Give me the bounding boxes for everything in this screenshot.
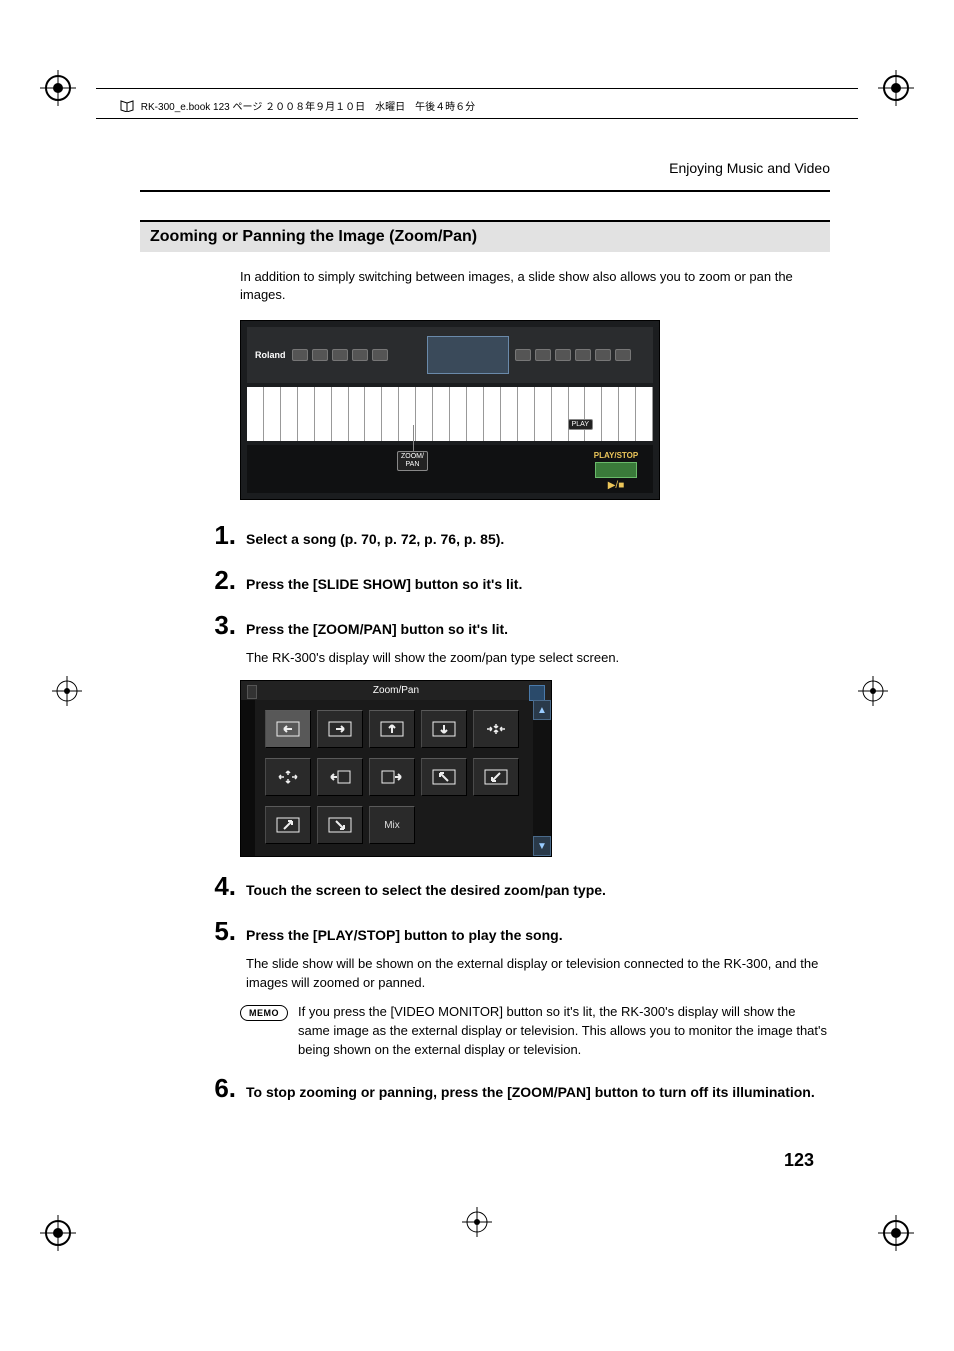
step-heading: To stop zooming or panning, press the [Z… (246, 1083, 830, 1103)
pan-push-left-icon (317, 758, 363, 796)
memo-text: If you press the [VIDEO MONITOR] button … (298, 1003, 830, 1060)
keyboard-panel-left (292, 349, 422, 361)
step-number: 6. (200, 1073, 236, 1104)
diagonal-up-left-icon (421, 758, 467, 796)
pan-center-out-icon (265, 758, 311, 796)
registration-mark-icon (858, 676, 902, 720)
running-head: Enjoying Music and Video (140, 160, 830, 176)
zoom-pan-grid: Mix (255, 700, 533, 856)
memo-badge: MEMO (240, 1005, 288, 1021)
play-stop-button-icon (595, 462, 637, 478)
panel-button-icon (595, 349, 611, 361)
pan-left-icon (265, 710, 311, 748)
step-3: 3. Press the [ZOOM/PAN] button so it's l… (200, 610, 830, 641)
registration-mark-icon (462, 1207, 506, 1251)
screen-left-strip (241, 700, 255, 856)
scroll-track (533, 720, 551, 836)
step-heading: Press the [ZOOM/PAN] button so it's lit. (246, 620, 830, 640)
keyboard-figure: Roland (240, 320, 660, 500)
page: RK-300_e.book 123 ページ ２００８年９月１０日 水曜日 午後４… (0, 0, 954, 1351)
pan-center-in-icon (473, 710, 519, 748)
panel-button-icon (535, 349, 551, 361)
figure-callouts: ZOOM/ PAN PLAY PLAY/STOP ▶/■ (247, 445, 653, 493)
scroll-up-icon: ▲ (533, 700, 551, 720)
step-number: 3. (200, 610, 236, 641)
keyboard-illustration: Roland (247, 327, 653, 493)
page-number: 123 (784, 1150, 814, 1171)
mix-label: Mix (384, 820, 400, 831)
step-6: 6. To stop zooming or panning, press the… (200, 1073, 830, 1104)
panel-button-icon (555, 349, 571, 361)
book-icon (120, 102, 137, 113)
mix-button: Mix (369, 806, 415, 844)
section-title: Zooming or Panning the Image (Zoom/Pan) (140, 220, 830, 252)
step-heading: Touch the screen to select the desired z… (246, 881, 830, 901)
diagonal-up-right-icon (265, 806, 311, 844)
play-stop-label: PLAY/STOP (587, 451, 645, 460)
play-stop-glyph: ▶/■ (587, 480, 645, 491)
step-paragraph: The slide show will be shown on the exte… (246, 955, 826, 993)
panel-button-icon (332, 349, 348, 361)
step-heading: Press the [SLIDE SHOW] button so it's li… (246, 575, 830, 595)
registration-mark-icon (52, 676, 96, 720)
scroll-down-icon: ▼ (533, 836, 551, 856)
step-number: 5. (200, 916, 236, 947)
section-intro: In addition to simply switching between … (240, 268, 820, 304)
step-number: 1. (200, 520, 236, 551)
screen-title: Zoom/Pan (241, 681, 551, 700)
step-5: 5. Press the [PLAY/STOP] button to play … (200, 916, 830, 947)
keyboard-brand: Roland (255, 350, 286, 360)
keyboard-panel: Roland (247, 327, 653, 383)
step-heading: Select a song (p. 70, p. 72, p. 76, p. 8… (246, 530, 830, 550)
step-heading: Press the [PLAY/STOP] button to play the… (246, 926, 830, 946)
play-stop-callout: PLAY/STOP ▶/■ (587, 451, 645, 491)
crop-mark-icon (870, 70, 914, 114)
step-number: 2. (200, 565, 236, 596)
memo-block: MEMO If you press the [VIDEO MONITOR] bu… (240, 1003, 830, 1060)
panel-lcd-icon (427, 336, 509, 374)
book-meta-line: RK-300_e.book 123 ページ ２００８年９月１０日 水曜日 午後４… (120, 98, 475, 113)
keyboard-panel-right (515, 349, 645, 361)
panel-button-icon (372, 349, 388, 361)
panel-button-icon (312, 349, 328, 361)
crop-mark-icon (40, 70, 84, 114)
pan-push-right-icon (369, 758, 415, 796)
step-paragraph: The RK-300's display will show the zoom/… (246, 649, 826, 668)
zoom-pan-screen-figure: Zoom/Pan (240, 680, 552, 857)
content-area: Enjoying Music and Video Zooming or Pann… (140, 160, 830, 1108)
panel-button-icon (515, 349, 531, 361)
callout-line-icon (413, 425, 414, 451)
panel-button-icon (352, 349, 368, 361)
piano-keys-icon (247, 387, 653, 441)
meta-rule (96, 88, 858, 89)
zoom-pan-callout-label: ZOOM/ PAN (397, 451, 428, 470)
pan-right-icon (317, 710, 363, 748)
crop-mark-icon (40, 1207, 84, 1251)
play-callout-label: PLAY (568, 419, 593, 430)
book-meta-text: RK-300_e.book 123 ページ ２００８年９月１０日 水曜日 午後４… (141, 102, 475, 113)
header-rule (140, 190, 830, 192)
pan-up-icon (369, 710, 415, 748)
step-2: 2. Press the [SLIDE SHOW] button so it's… (200, 565, 830, 596)
panel-button-icon (292, 349, 308, 361)
diagonal-down-left-icon (473, 758, 519, 796)
step-4: 4. Touch the screen to select the desire… (200, 871, 830, 902)
panel-button-icon (615, 349, 631, 361)
step-1: 1. Select a song (p. 70, p. 72, p. 76, p… (200, 520, 830, 551)
meta-rule (96, 118, 858, 119)
step-number: 4. (200, 871, 236, 902)
crop-mark-icon (870, 1207, 914, 1251)
panel-button-icon (575, 349, 591, 361)
screen-body: Mix ▲ ▼ (241, 700, 551, 856)
screen-scrollbar: ▲ ▼ (533, 700, 551, 856)
diagonal-down-right-icon (317, 806, 363, 844)
pan-down-icon (421, 710, 467, 748)
